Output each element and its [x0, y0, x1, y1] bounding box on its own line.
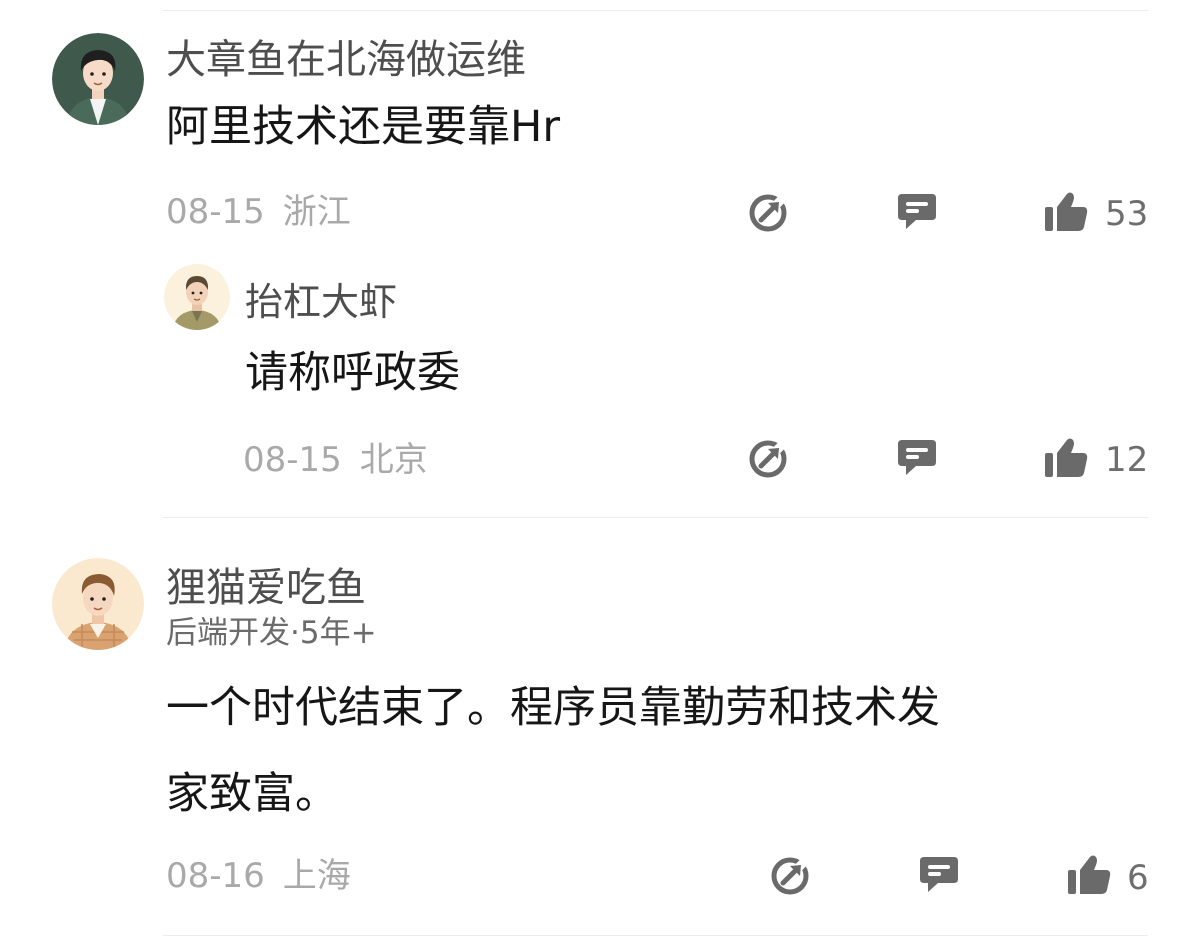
comment-location: 上海 — [282, 856, 351, 896]
like-button[interactable] — [1043, 191, 1089, 237]
comment-date: 08-16 — [166, 856, 265, 896]
comment-author[interactable]: 狸猫爱吃鱼 — [166, 568, 366, 608]
thumbs-up-icon — [1045, 192, 1088, 231]
like-count: 12 — [1105, 440, 1149, 480]
comment-meta: 08-16 上海 — [166, 859, 351, 893]
comment-meta: 08-15 浙江 — [166, 195, 351, 229]
comment-icon[interactable] — [896, 438, 938, 478]
comment-location: 浙江 — [282, 192, 351, 232]
comment-icon[interactable] — [918, 855, 960, 895]
user-avatar[interactable] — [52, 33, 144, 125]
comment-icon[interactable] — [896, 192, 938, 232]
comment-text: 阿里技术还是要靠Hr — [166, 102, 561, 152]
reply-location: 北京 — [359, 440, 428, 480]
reply-date: 08-15 — [243, 440, 342, 480]
thumbs-up-icon — [1045, 438, 1088, 477]
reply-text: 请称呼政委 — [245, 348, 460, 398]
user-avatar[interactable] — [164, 264, 230, 330]
user-avatar[interactable] — [52, 558, 144, 650]
bottom-divider — [163, 935, 1148, 936]
comment-divider — [163, 517, 1148, 518]
top-divider — [163, 10, 1148, 11]
like-count: 6 — [1127, 858, 1149, 898]
comment-author[interactable]: 大章鱼在北海做运维 — [166, 40, 526, 80]
share-icon[interactable] — [748, 193, 788, 233]
reply-author[interactable]: 抬杠大虾 — [245, 283, 397, 321]
like-button[interactable] — [1043, 437, 1089, 483]
like-button[interactable] — [1066, 854, 1112, 900]
share-icon[interactable] — [748, 439, 788, 479]
comment-text-line-2: 家致富。 — [166, 769, 338, 819]
thumbs-up-icon — [1068, 855, 1111, 894]
reply-meta: 08-15 北京 — [243, 443, 428, 477]
share-icon[interactable] — [770, 856, 810, 896]
author-tag: 后端开发·5年+ — [166, 615, 377, 651]
comment-date: 08-15 — [166, 192, 265, 232]
comment-text-line-1: 一个时代结束了。程序员靠勤劳和技术发 — [166, 683, 940, 733]
like-count: 53 — [1105, 194, 1149, 234]
